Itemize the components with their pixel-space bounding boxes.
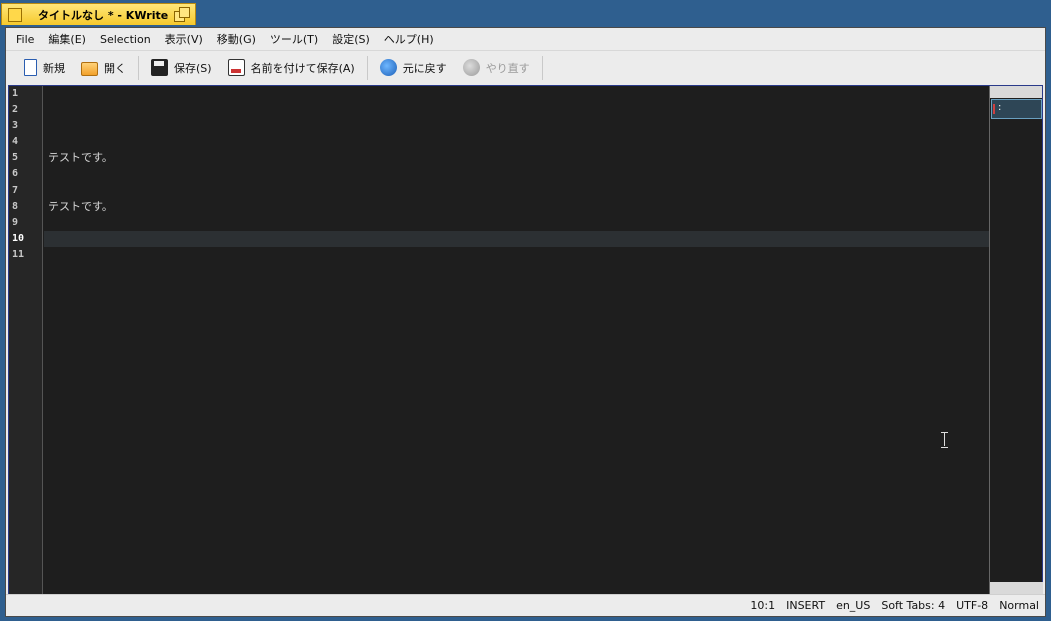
minimap-preview-text: : [998, 102, 1002, 113]
line-number: 1 [12, 88, 19, 99]
save-as-icon [227, 59, 245, 76]
line-number: 11 [12, 248, 25, 260]
line-number: 2 [12, 104, 19, 116]
input-mode[interactable]: INSERT [786, 599, 825, 612]
save-disk-icon [151, 59, 168, 76]
window-title: タイトルなし * - KWrite [38, 8, 169, 22]
text-line[interactable] [44, 166, 990, 182]
open-folder-icon [81, 61, 98, 76]
main-toolbar: 新規 開く 保存(S) 名前を付けて保存(A) 元に戻す やり直す [6, 50, 1045, 84]
undo-button[interactable]: 元に戻す [372, 55, 455, 81]
text-line[interactable] [44, 247, 990, 263]
menu-help[interactable]: ヘルプ(H) [377, 31, 441, 47]
dictionary[interactable]: en_US [836, 599, 870, 612]
menubar: File 編集(E) Selection 表示(V) 移動(G) ツール(T) … [6, 28, 1045, 50]
line-number: 7 [12, 184, 19, 196]
maximize-icon[interactable] [174, 7, 190, 22]
line-number: 9 [12, 216, 19, 228]
toolbar-separator [541, 55, 543, 80]
modified-line-marker [993, 104, 995, 114]
status-bar: 10:1 INSERT en_US Soft Tabs: 4 UTF-8 Nor… [6, 594, 1045, 616]
text-line[interactable] [44, 134, 990, 150]
text-content[interactable]: テストです。 テストです。 [44, 86, 990, 594]
new-document-icon [24, 59, 37, 76]
save-button[interactable]: 保存(S) [143, 55, 220, 81]
save-as-button-label: 名前を付けて保存(A) [250, 61, 355, 75]
editor-area[interactable]: 1 2 3 4 5 6 7 8 9 10 11 テストです。 テストです。: [8, 85, 1043, 595]
toolbar-separator [366, 55, 368, 80]
menu-file[interactable]: File [9, 33, 41, 46]
menu-edit[interactable]: 編集(E) [41, 31, 93, 47]
new-button-label: 新規 [43, 61, 65, 75]
undo-icon [379, 59, 397, 76]
undo-button-label: 元に戻す [402, 61, 447, 75]
text-line[interactable] [44, 118, 990, 134]
new-button[interactable]: 新規 [16, 55, 73, 81]
line-number: 3 [12, 120, 19, 132]
text-line[interactable] [44, 215, 990, 231]
window-menu-icon[interactable] [8, 7, 22, 22]
save-button-label: 保存(S) [174, 61, 212, 75]
encoding[interactable]: UTF-8 [956, 599, 988, 612]
text-line[interactable]: テストです。 [44, 199, 990, 215]
line-number-gutter[interactable]: 1 2 3 4 5 6 7 8 9 10 11 [9, 86, 43, 594]
redo-button[interactable]: やり直す [455, 55, 538, 81]
mouse-ibeam-cursor [941, 432, 949, 448]
text-line[interactable] [44, 102, 990, 118]
open-button-label: 開く [104, 61, 126, 75]
line-number: 4 [12, 136, 19, 148]
indentation-settings[interactable]: Soft Tabs: 4 [881, 599, 945, 612]
line-number: 8 [12, 200, 19, 212]
open-button[interactable]: 開く [73, 55, 134, 81]
menu-tools[interactable]: ツール(T) [263, 31, 325, 47]
line-number-current: 10 [12, 232, 25, 244]
text-line-current[interactable] [44, 230, 990, 247]
menu-settings[interactable]: 設定(S) [325, 31, 377, 47]
save-as-button[interactable]: 名前を付けて保存(A) [220, 55, 363, 81]
window-title-tab[interactable]: タイトルなし * - KWrite [1, 3, 196, 25]
scrollbar-up-area[interactable] [990, 86, 1042, 98]
text-line[interactable] [44, 86, 990, 102]
menu-selection[interactable]: Selection [93, 33, 158, 46]
cursor-position[interactable]: 10:1 [750, 599, 775, 612]
toolbar-separator [138, 55, 139, 80]
scrollbar-down-area[interactable] [990, 582, 1043, 594]
menu-go[interactable]: 移動(G) [210, 31, 263, 47]
line-number: 6 [12, 168, 19, 180]
redo-icon [462, 59, 480, 76]
menu-view[interactable]: 表示(V) [158, 31, 210, 47]
text-line[interactable]: テストです。 [44, 150, 990, 166]
minimap-slider[interactable]: : [991, 99, 1042, 119]
redo-button-label: やり直す [485, 61, 530, 75]
minimap-scrollbar[interactable]: : [989, 86, 1043, 594]
syntax-highlighting[interactable]: Normal [999, 599, 1039, 612]
kwrite-window: File 編集(E) Selection 表示(V) 移動(G) ツール(T) … [5, 27, 1046, 617]
line-number: 5 [12, 152, 19, 164]
text-line[interactable] [44, 183, 990, 199]
